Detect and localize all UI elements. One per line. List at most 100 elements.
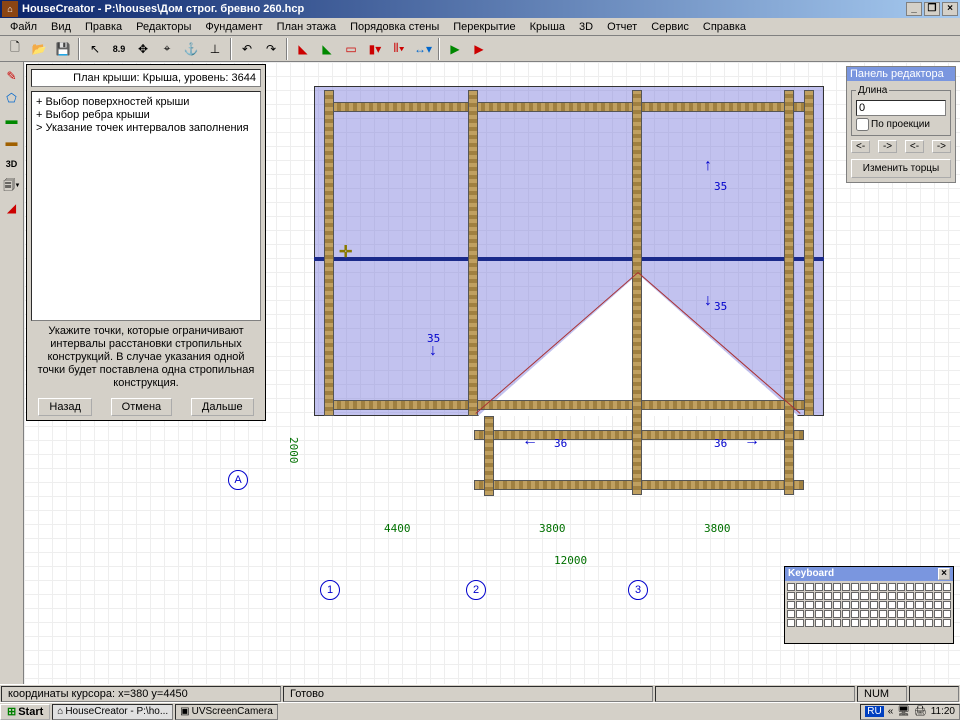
flag-green-icon[interactable]: ▶ xyxy=(444,38,466,60)
toolbar-main: 🗋 📂 💾 ↖ 8.9 ✥ ⌖ ⚓ ⊥ ↶ ↷ ◣ ◣ ▭ ▮▾ ⦀▾ ↔▾ ▶… xyxy=(0,36,960,62)
status-num: NUM xyxy=(857,686,907,702)
save-icon[interactable]: 💾 xyxy=(52,38,74,60)
new-icon[interactable]: 🗋 xyxy=(4,38,26,60)
divider xyxy=(78,38,80,60)
menu-view[interactable]: Вид xyxy=(45,20,77,34)
paint-green-icon[interactable]: ◣ xyxy=(316,38,338,60)
titlebar: ⌂ HouseCreator - P:\houses\Дом строг. бр… xyxy=(0,0,960,18)
tool-move-icon[interactable]: ✥ xyxy=(132,38,154,60)
lang-indicator[interactable]: RU xyxy=(865,706,883,717)
next-button[interactable]: Дальше xyxy=(191,398,254,416)
menu-editors[interactable]: Редакторы xyxy=(130,20,197,34)
tool-anchor-icon[interactable]: ⚓ xyxy=(180,38,202,60)
beam xyxy=(784,90,794,495)
left-toolbar: ✎ ⬠ ▬ ▬ 3D 🗐▾ ◢ xyxy=(0,62,24,684)
arrow-left-icon: ← xyxy=(522,432,538,450)
beam xyxy=(324,90,334,416)
workarea: ✎ ⬠ ▬ ▬ 3D 🗐▾ ◢ ↑ 35 ↓ 35 ↓ 35 36 xyxy=(0,62,960,684)
divider xyxy=(230,38,232,60)
fence-icon[interactable]: ⦀▾ xyxy=(388,38,410,60)
window-title: HouseCreator - P:\houses\Дом строг. брев… xyxy=(22,3,304,15)
status-empty xyxy=(655,686,855,702)
dim-3800: 3800 xyxy=(704,522,731,535)
axis-label: 1 xyxy=(320,580,340,600)
taskbar-app-uvscreen[interactable]: ▣ UVScreenCamera xyxy=(175,704,278,720)
back-button[interactable]: Назад xyxy=(38,398,92,416)
beam xyxy=(804,90,814,416)
axis-label: А xyxy=(228,470,248,490)
undo-icon[interactable]: ↶ xyxy=(236,38,258,60)
keyboard-title: Keyboard xyxy=(788,568,834,580)
tray-icon[interactable]: 🖨 xyxy=(914,706,927,717)
close-button[interactable]: × xyxy=(942,2,958,16)
open-icon[interactable]: 📂 xyxy=(28,38,50,60)
keyboard-close-icon[interactable]: × xyxy=(938,568,950,580)
redo-icon[interactable]: ↷ xyxy=(260,38,282,60)
tool-snap-icon[interactable]: ⌖ xyxy=(156,38,178,60)
dim-4400: 4400 xyxy=(384,522,411,535)
menu-report[interactable]: Отчет xyxy=(601,20,643,34)
keyboard-panel[interactable]: Keyboard × xyxy=(784,566,954,644)
menu-edit[interactable]: Правка xyxy=(79,20,128,34)
projection-checkbox[interactable]: По проекции xyxy=(856,118,946,131)
tool-pointer-icon[interactable]: ↖ xyxy=(84,38,106,60)
restore-button[interactable]: ❐ xyxy=(924,2,940,16)
change-ends-button[interactable]: Изменить торцы xyxy=(851,159,951,178)
system-tray[interactable]: RU « 🖥 🖨 11:20 xyxy=(860,704,960,720)
divider xyxy=(286,38,288,60)
tool-ortho-icon[interactable]: ⊥ xyxy=(204,38,226,60)
flag-red-icon[interactable]: ▶ xyxy=(468,38,490,60)
tool-coords-icon[interactable]: 8.9 xyxy=(108,38,130,60)
move-right-button[interactable]: -> xyxy=(878,140,897,153)
beam xyxy=(324,102,814,112)
dim-12000: 12000 xyxy=(554,554,587,567)
tray-icon[interactable]: « xyxy=(888,706,894,717)
beam xyxy=(484,416,494,496)
axis-label: 3 xyxy=(628,580,648,600)
status-empty2 xyxy=(909,686,959,702)
move-left-button[interactable]: <- xyxy=(851,140,870,153)
tray-icon[interactable]: 🖥 xyxy=(897,706,910,717)
menu-floorplan[interactable]: План этажа xyxy=(271,20,342,34)
statusbar: координаты курсора: x=380 y=4450 Готово … xyxy=(0,684,960,702)
arrow-up-icon: ↑ xyxy=(704,157,712,175)
dim-35: 35 xyxy=(714,180,727,193)
start-button[interactable]: ⊞ Start xyxy=(0,704,50,720)
tool-paint-icon[interactable]: ◢ xyxy=(2,198,22,218)
cut-icon[interactable]: ▮▾ xyxy=(364,38,386,60)
tool-beam-icon[interactable]: ▬ xyxy=(2,110,22,130)
menu-3d[interactable]: 3D xyxy=(573,20,599,34)
app-icon: ⌂ xyxy=(2,1,18,17)
move-right2-button[interactable]: -> xyxy=(932,140,951,153)
move-left2-button[interactable]: <- xyxy=(905,140,924,153)
length-input[interactable] xyxy=(856,100,946,116)
menu-foundation[interactable]: Фундамент xyxy=(199,20,268,34)
wizard-step: + Выбор ребра крыши xyxy=(36,109,256,122)
measure-icon[interactable]: ↔▾ xyxy=(412,38,434,60)
drawing-canvas[interactable]: ↑ 35 ↓ 35 ↓ 35 36 ← 36 → 2000 4400 3800 … xyxy=(24,62,960,684)
taskbar-app-housecreator[interactable]: ⌂ HouseCreator - P:\ho... xyxy=(52,704,173,720)
beam xyxy=(468,90,478,416)
select-icon[interactable]: ▭ xyxy=(340,38,362,60)
menu-service[interactable]: Сервис xyxy=(645,20,695,34)
menu-file[interactable]: Файл xyxy=(4,20,43,34)
tool-poly-icon[interactable]: ⬠ xyxy=(2,88,22,108)
menu-wallorder[interactable]: Порядовка стены xyxy=(344,20,445,34)
tool-3d-icon[interactable]: 3D xyxy=(2,154,22,174)
length-label: Длина xyxy=(856,85,889,96)
paint-red-icon[interactable]: ◣ xyxy=(292,38,314,60)
minimize-button[interactable]: _ xyxy=(906,2,922,16)
wizard-steps: + Выбор поверхностей крыши + Выбор ребра… xyxy=(31,91,261,321)
menu-roof[interactable]: Крыша xyxy=(524,20,571,34)
tool-copy-icon[interactable]: 🗐▾ xyxy=(2,176,22,196)
virtual-keyboard[interactable] xyxy=(785,581,953,629)
cancel-button[interactable]: Отмена xyxy=(111,398,172,416)
arrow-down-icon: ↓ xyxy=(704,292,712,310)
menu-ceiling[interactable]: Перекрытие xyxy=(447,20,521,34)
tool-pencil-icon[interactable]: ✎ xyxy=(2,66,22,86)
status-ready: Готово xyxy=(283,686,653,702)
tool-rafter-icon[interactable]: ▬ xyxy=(2,132,22,152)
menu-help[interactable]: Справка xyxy=(697,20,752,34)
cursor-coords: координаты курсора: x=380 y=4450 xyxy=(1,686,281,702)
app-icon: ▣ xyxy=(180,706,189,717)
